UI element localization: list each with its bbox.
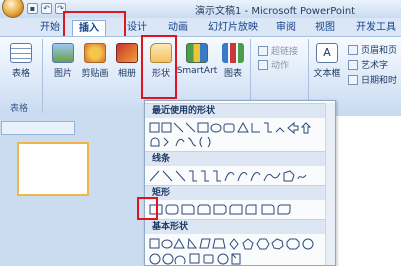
smartart-label: SmartArt: [176, 66, 218, 76]
lines-row[interactable]: [148, 169, 324, 183]
hyperlink-label: 超链接: [271, 47, 299, 57]
datetime-label: 日期和时: [361, 76, 398, 86]
shapes-button[interactable]: 形状: [146, 43, 176, 79]
lines-icons[interactable]: [148, 169, 324, 183]
basic-shapes-row[interactable]: [148, 237, 324, 251]
table-button[interactable]: 表格: [6, 43, 36, 79]
textbox-label: 文本框: [313, 69, 341, 79]
basic-shape-icons[interactable]: [148, 237, 324, 251]
textbox-icon: A: [316, 43, 338, 63]
tab-review[interactable]: 审阅: [276, 20, 296, 36]
picture-icon: [52, 43, 74, 63]
table-label: 表格: [11, 69, 30, 79]
tab-insert[interactable]: 插入: [72, 20, 106, 36]
slide-thumbnail[interactable]: [17, 142, 89, 196]
tab-animation[interactable]: 动画: [168, 20, 188, 36]
header-footer-button[interactable]: 页眉和页: [348, 43, 397, 56]
action-label: 动作: [271, 61, 290, 71]
shapes-icon: [150, 43, 172, 63]
wordart-button[interactable]: 艺术字: [348, 58, 388, 71]
tab-view[interactable]: 视图: [315, 20, 335, 36]
album-icon: [116, 43, 138, 63]
chart-label: 图表: [223, 69, 242, 79]
save-icon[interactable]: ▪: [27, 3, 38, 14]
tab-home[interactable]: 开始: [40, 20, 60, 36]
recent-shapes-icons[interactable]: [148, 121, 324, 135]
table-icon: [10, 43, 32, 63]
section-recent-shapes: 最近使用的形状: [145, 103, 335, 118]
textbox-button[interactable]: A 文本框: [312, 43, 342, 79]
album-label: 相册: [117, 69, 136, 79]
slides-tab[interactable]: [1, 121, 75, 135]
hyperlink-icon: [258, 46, 268, 56]
album-button[interactable]: 相册: [112, 43, 142, 79]
window-title: 演示文稿1 - Microsoft PowerPoint: [195, 6, 356, 17]
datetime-button[interactable]: 日期和时: [348, 73, 397, 86]
tab-developer[interactable]: 开发工具: [356, 20, 396, 36]
tab-slideshow[interactable]: 幻灯片放映: [208, 20, 258, 36]
section-basic-shapes: 基本形状: [145, 219, 335, 234]
shapes-label: 形状: [151, 69, 170, 79]
section-rectangles: 矩形: [145, 185, 335, 200]
recent-shapes-row[interactable]: [148, 121, 324, 135]
rectangles-row[interactable]: [148, 203, 324, 217]
picture-button[interactable]: 图片: [46, 43, 80, 79]
hyperlink-button[interactable]: 超链接: [258, 44, 298, 57]
shapes-scrollbar[interactable]: [325, 103, 335, 265]
redo-icon[interactable]: ↷: [55, 3, 66, 14]
section-lines: 线条: [145, 151, 335, 166]
wordart-icon: [348, 60, 358, 70]
chart-button[interactable]: 图表: [218, 43, 248, 79]
basic-shapes-row-2[interactable]: [148, 252, 324, 266]
recent-shapes-row-2[interactable]: [148, 135, 324, 149]
picture-label: 图片: [53, 69, 72, 79]
separator: [42, 39, 43, 113]
smartart-button[interactable]: SmartArt: [176, 43, 218, 76]
recent-shapes-icons-2[interactable]: [148, 135, 324, 149]
office-button[interactable]: [2, 0, 24, 18]
group-label-table: 表格: [10, 104, 29, 114]
title-bar: ▪ ↶ ↷ 演示文稿1 - Microsoft PowerPoint: [0, 0, 401, 18]
header-footer-icon: [348, 45, 358, 55]
header-footer-label: 页眉和页: [361, 46, 398, 56]
smartart-icon: [186, 43, 208, 63]
chart-icon: [222, 43, 244, 63]
clipart-icon: [84, 43, 106, 63]
shapes-dropdown: 最近使用的形状 线条 矩形 基本形状: [144, 100, 336, 266]
undo-icon[interactable]: ↶: [41, 3, 52, 14]
basic-shape-icons-2[interactable]: [148, 252, 324, 266]
datetime-icon: [348, 75, 358, 85]
clipart-button[interactable]: 剪贴画: [78, 43, 112, 79]
clipart-label: 剪贴画: [81, 69, 109, 79]
action-icon: [258, 60, 268, 70]
wordart-label: 艺术字: [361, 61, 389, 71]
rectangle-icons[interactable]: [148, 203, 324, 217]
ribbon-tabs: 开始 插入 设计 动画 幻灯片放映 审阅 视图 开发工具: [0, 18, 401, 36]
action-button[interactable]: 动作: [258, 58, 289, 71]
tab-design[interactable]: 设计: [127, 20, 147, 36]
